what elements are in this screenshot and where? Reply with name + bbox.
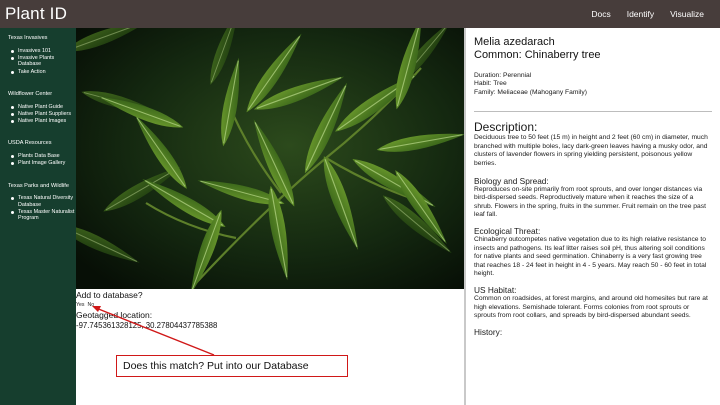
- divider-line: [474, 111, 712, 113]
- family-text: Family: Meliaceae (Mahogany Family): [474, 88, 587, 96]
- duration-text: Duration: Perennial: [474, 72, 532, 79]
- top-nav: Docs Identify Visualize: [583, 9, 720, 19]
- sidebar-heading: USDA Resources: [8, 140, 52, 147]
- history-heading: History:: [474, 326, 503, 337]
- brand-title[interactable]: Plant ID: [0, 4, 67, 24]
- biology-heading: Biology and Spread:: [474, 175, 549, 186]
- us-habitat-heading: US Habitat:: [474, 284, 517, 295]
- sidebar-heading: Wildflower Center: [8, 90, 53, 97]
- nav-identify[interactable]: Identify: [619, 9, 662, 19]
- sidebar-item-invasive-plants-database[interactable]: Invasive Plants Database: [10, 55, 76, 68]
- sidebar-item-texas-natural-diversity-database[interactable]: Texas Natural Diversity Database: [10, 195, 76, 208]
- plant-info-panel: Melia azedarach Common: Chinaberry tree …: [466, 28, 720, 405]
- biology-text: Reproduces on-site primarily from root s…: [474, 185, 706, 219]
- sidebar-section-wildflower-center: Wildflower Center Native Plant Guide Nat…: [0, 91, 76, 125]
- add-to-database-title: Add to database?: [76, 290, 143, 300]
- geotagged-location-title: Geotagged location:: [76, 310, 153, 320]
- no-button[interactable]: No: [87, 302, 94, 308]
- sidebar-section-texas-invasives: Texas Invasives Invasives 101 Invasive P…: [0, 35, 76, 75]
- yes-no-options: Yes No: [76, 302, 94, 308]
- plant-meta: Duration: Perennial Habit: Tree Family: …: [474, 72, 712, 97]
- sidebar-item-native-plant-images[interactable]: Native Plant Images: [10, 118, 76, 124]
- top-bar: Plant ID Docs Identify Visualize: [0, 0, 720, 28]
- sidebar-item-plants-data-base[interactable]: Plants Data Base: [10, 153, 76, 159]
- description-text: Deciduous tree to 50 feet (15 m) in heig…: [474, 134, 708, 167]
- habit-text: Habit: Tree: [474, 80, 507, 88]
- scientific-name: Melia azedarach: [474, 36, 555, 48]
- add-to-database-panel: Add to database? Yes No Geotagged locati…: [76, 289, 464, 405]
- annotation-callout: Does this match? Put into our Database: [116, 355, 348, 377]
- yes-button[interactable]: Yes: [76, 302, 84, 308]
- sidebar-heading: Texas Invasives: [8, 35, 48, 41]
- sidebar-item-texas-master-naturalist-program[interactable]: Texas Master Naturalist Program: [10, 209, 76, 222]
- common-name: Common: Chinaberry tree: [474, 49, 601, 61]
- sidebar-section-texas-parks-wildlife: Texas Parks and Wildlife Texas Natural D…: [0, 183, 76, 222]
- sidebar: Texas Invasives Invasives 101 Invasive P…: [0, 28, 76, 405]
- sidebar-heading: Texas Parks and Wildlife: [8, 182, 69, 189]
- ecological-threat-heading: Ecological Threat:: [474, 225, 541, 236]
- plant-leaves-image: [76, 28, 464, 289]
- sidebar-section-usda-resources: USDA Resources Plants Data Base Plant Im…: [0, 140, 76, 166]
- sidebar-item-plant-image-gallery[interactable]: Plant Image Gallery: [10, 160, 76, 166]
- sidebar-item-invasives-101[interactable]: Invasives 101: [10, 48, 76, 54]
- geotagged-location-value: -97.745361328125, 30.27804437785388: [76, 321, 218, 330]
- ecological-threat-text: Chinaberry outcompetes native vegetation…: [474, 235, 707, 278]
- sidebar-item-native-plant-guide[interactable]: Native Plant Guide: [10, 104, 76, 110]
- nav-docs[interactable]: Docs: [583, 9, 618, 19]
- sidebar-item-native-plant-suppliers[interactable]: Native Plant Suppliers: [10, 111, 76, 117]
- plant-photo: [76, 28, 464, 289]
- sidebar-item-take-action[interactable]: Take Action: [10, 69, 76, 75]
- nav-visualize[interactable]: Visualize: [662, 9, 712, 19]
- us-habitat-text: Common on roadsides, at forest margins, …: [474, 294, 708, 320]
- description-heading: Description:: [474, 120, 538, 135]
